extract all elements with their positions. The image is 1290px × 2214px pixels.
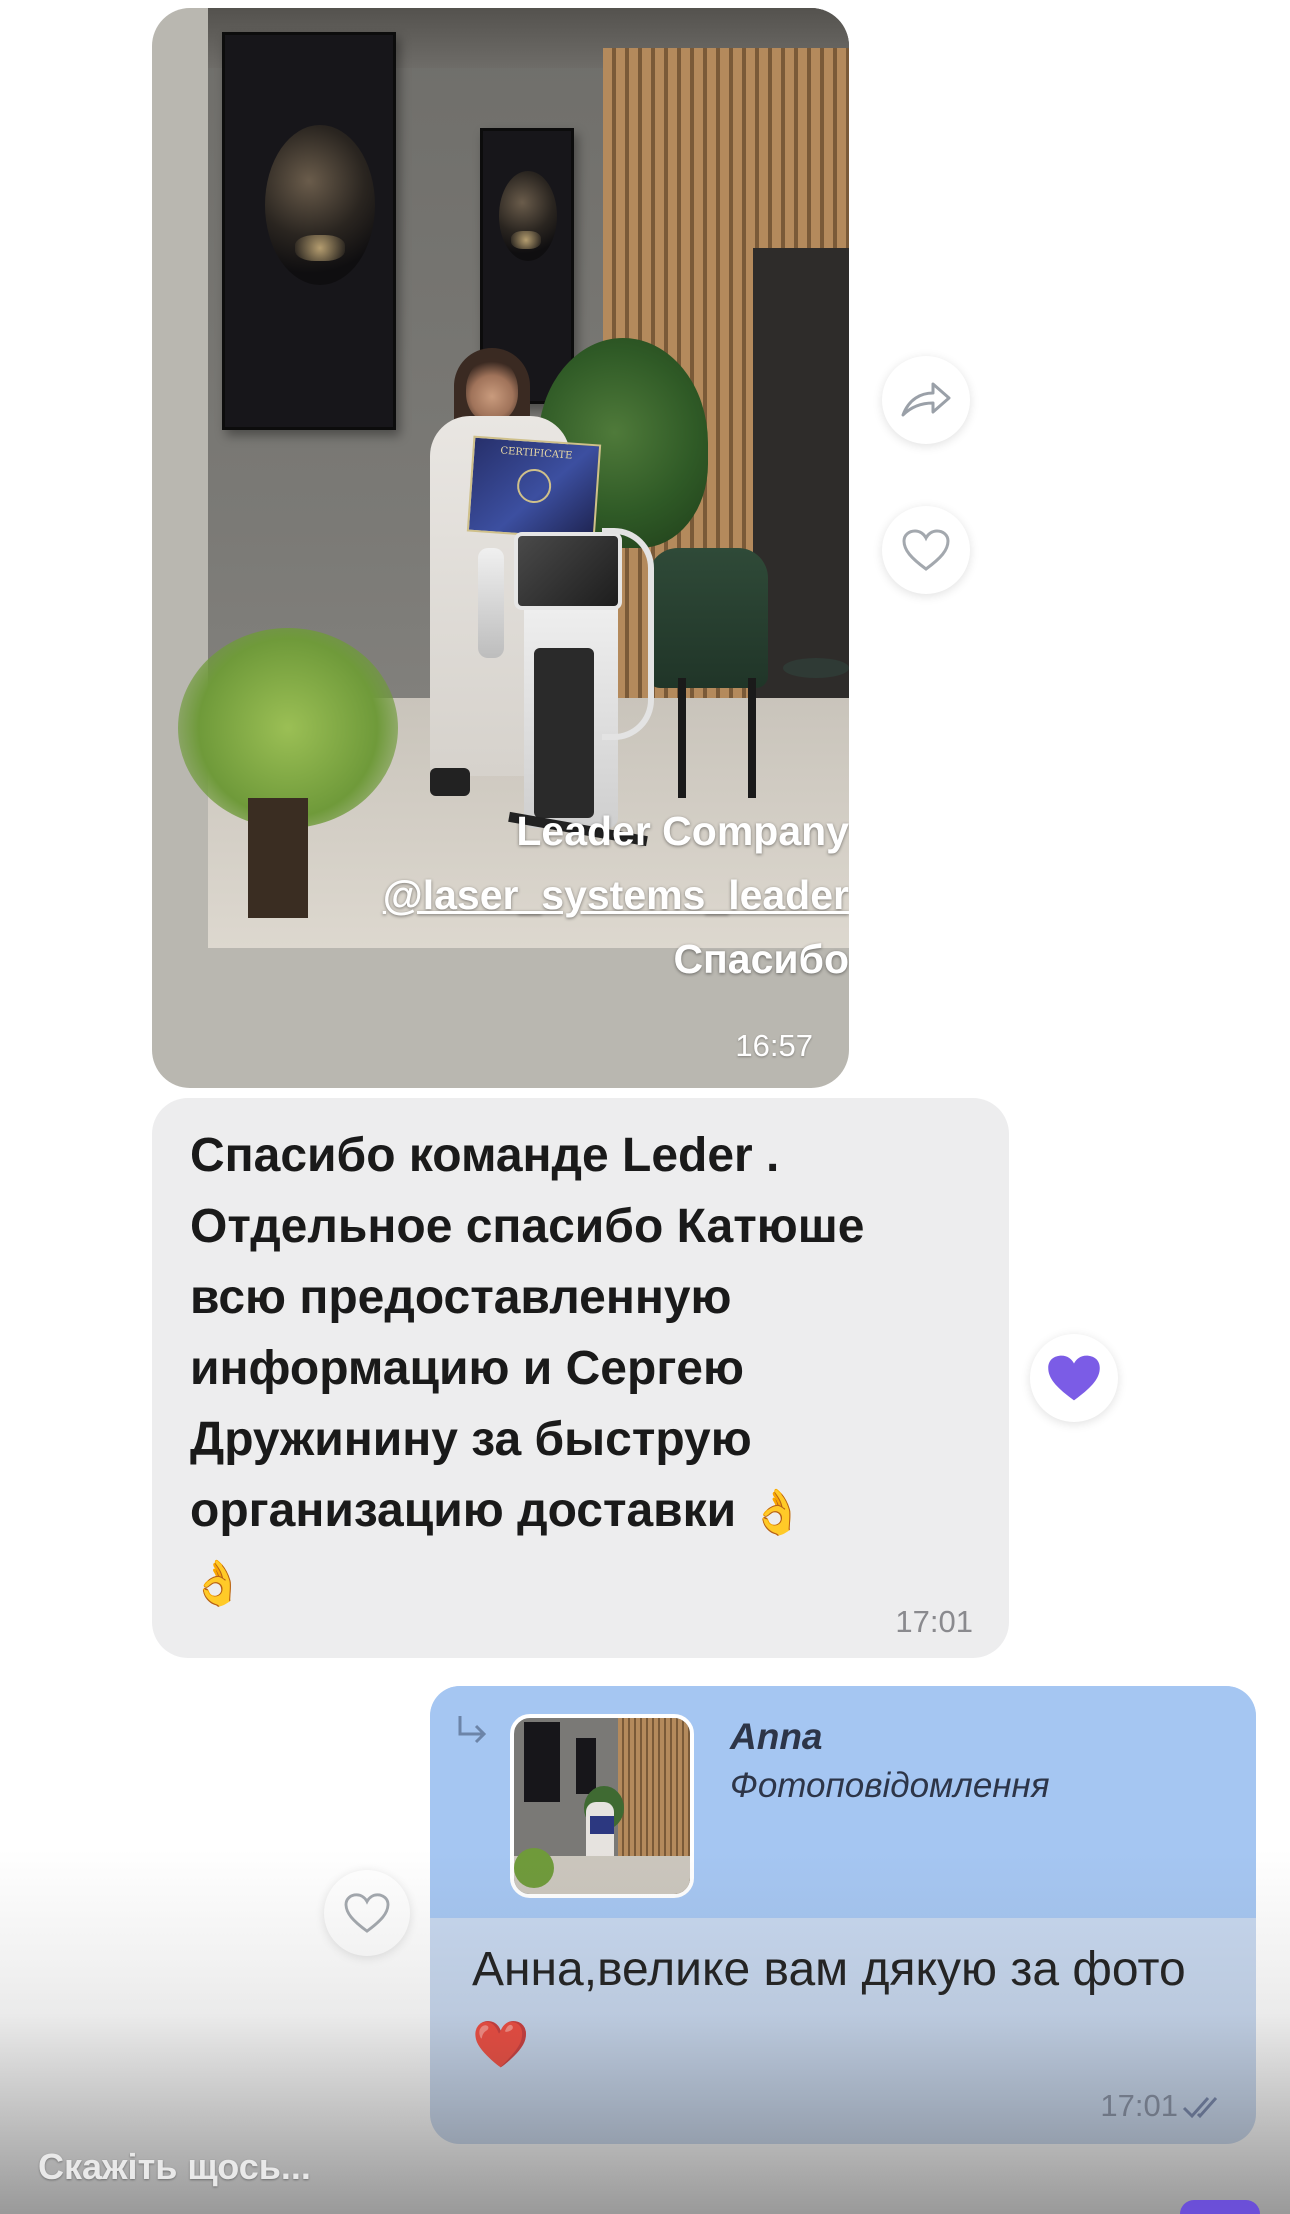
like-button-photo[interactable] [882,506,970,594]
machine-handpiece [478,548,504,658]
incoming-message-time: 17:01 [895,1604,973,1639]
message-line: организацию доставки 👌 [190,1475,990,1546]
certificate-image: CERTIFICATE [466,435,602,541]
chair-leg [748,678,756,798]
message-line: Дружинину за быструю [190,1413,752,1466]
certificate-label: CERTIFICATE [500,445,573,462]
heart-outline-icon [902,529,950,571]
photo-caption-thanks: Спасибо [673,936,849,982]
outgoing-message-bubble[interactable]: Anna Фотоповідомлення Анна,велике вам дя… [430,1686,1256,2144]
outgoing-message-time: 17:01 [1100,2088,1178,2123]
photo-message-time: 16:57 [735,1028,813,1063]
photo-message-bubble[interactable]: CERTIFICATE Leader Company @laser_system… [152,8,849,1088]
photo-caption-handle[interactable]: @laser_systems_leader [383,872,849,919]
outgoing-text-body: Анна,велике вам дякую за фото [472,1943,1186,1996]
like-button-reply[interactable] [324,1870,410,1956]
outgoing-message-text: Анна,велике вам дякую за фото ❤️ [472,1934,1232,2078]
message-line: 👌 [190,1546,990,1617]
share-button[interactable] [882,356,970,444]
ok-hand-emoji: 👌 [190,1559,245,1609]
photo-mirror [753,248,849,768]
side-table [783,658,849,678]
reply-quote[interactable]: Anna Фотоповідомлення [430,1686,1256,1918]
machine-panel [534,648,594,818]
ok-hand-emoji: 👌 [749,1488,805,1538]
red-heart-emoji: ❤️ [472,2018,530,2071]
chair-leg [678,678,686,798]
photo-image[interactable]: CERTIFICATE Leader Company @laser_system… [178,8,849,982]
machine-cable [602,528,654,740]
send-button[interactable] [1180,2200,1260,2214]
double-check-icon [1182,2097,1218,2119]
reply-thumbnail[interactable] [510,1714,694,1898]
message-line: информацию и Сергею [190,1342,744,1395]
photo-caption-company: Leader Company [516,808,849,854]
message-line: всю предоставленную [190,1271,732,1324]
reply-message-type: Фотоповідомлення [730,1766,1050,1805]
share-arrow-icon [901,382,951,417]
incoming-message-text: Спасибо команде Leder . Отдельное спасиб… [190,1120,990,1617]
message-line: Отдельное спасибо Катюше [190,1200,865,1253]
person-shoe [430,768,470,796]
reply-arrow-icon [458,1716,487,1744]
message-input-placeholder[interactable]: Скажіть щось... [38,2146,311,2188]
reply-author-name: Anna [730,1716,823,1757]
reaction-button[interactable] [1030,1334,1118,1422]
wall-art-left [222,32,396,430]
heart-outline-icon [344,1893,390,1933]
incoming-message-bubble[interactable]: Спасибо команде Leder . Отдельное спасиб… [152,1098,1009,1658]
message-line: Спасибо команде Leder . [190,1129,780,1182]
person-head [466,358,518,422]
purple-heart-icon [1048,1355,1100,1401]
plant-pot [248,798,308,918]
photo-chair [648,548,768,688]
message-line-text: организацию доставки [190,1484,737,1537]
